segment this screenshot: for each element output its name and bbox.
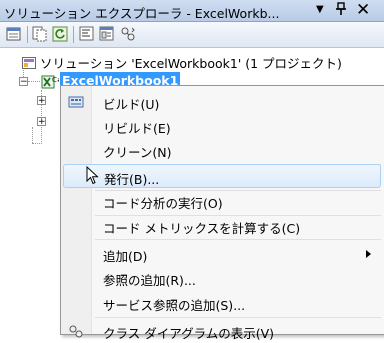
solution-node-label[interactable]: ソリューション 'ExcelWorkbook1' (1 プロジェクト) [40,53,342,72]
build-icon [68,94,84,110]
excel-project-icon: C# [41,74,63,90]
project-context-menu: ビルド(U) リビルド(E) クリーン(N) 発行(B)... コード分析の実行… [60,85,384,341]
menu-item-clean[interactable]: クリーン(N) [63,138,381,162]
menu-item-view-class-diagram[interactable]: クラス ダイアグラムの表示(V) [63,319,381,343]
menu-item-run-code-analysis[interactable]: コード分析の実行(O) [63,189,381,213]
view-class-diagram-icon[interactable] [120,26,136,42]
auto-hide-pin-icon[interactable] [335,2,347,20]
tree-connector [28,81,40,82]
panel-title: ソリューション エクスプローラ - ExcelWorkb... [4,6,280,21]
expand-toggle[interactable]: + [37,117,46,127]
menu-item-add[interactable]: 追加(D) [63,242,381,266]
menu-item-label: クリーン(N) [103,145,172,160]
panel-title-bar: ソリューション エクスプローラ - ExcelWorkb... ▼ ✕ [0,0,384,22]
properties-icon[interactable] [6,26,22,42]
menu-item-publish[interactable]: 発行(B)... [63,164,381,188]
menu-item-add-reference[interactable]: 参照の追加(R)... [63,266,381,290]
solution-explorer-toolbar [0,22,384,48]
menu-item-label: 発行(B)... [104,172,160,187]
menu-item-label: コード分析の実行(O) [103,196,223,211]
show-all-files-icon[interactable] [32,26,48,42]
refresh-icon[interactable] [52,26,68,42]
menu-item-label: クラス ダイアグラムの表示(V) [103,326,275,341]
view-designer-icon[interactable] [99,26,115,42]
toolbar-separator [73,26,74,43]
menu-item-label: 参照の追加(R)... [103,273,196,288]
window-position-dropdown-icon[interactable]: ▼ [316,4,324,15]
menu-item-label: リビルド(E) [103,121,171,136]
menu-item-add-service-reference[interactable]: サービス参照の追加(S)... [63,291,381,315]
tree-connector [23,70,24,77]
solution-icon [22,56,36,70]
menu-item-build[interactable]: ビルド(U) [63,90,381,114]
menu-item-rebuild[interactable]: リビルド(E) [63,114,381,138]
menu-item-calculate-code-metrics[interactable]: コード メトリックスを計算する(C) [63,214,381,238]
menu-item-label: サービス参照の追加(S)... [103,298,246,313]
view-code-icon[interactable] [79,26,95,42]
expand-toggle[interactable]: + [37,96,46,106]
class-diagram-icon [68,323,84,339]
svg-text:C#: C# [52,76,59,84]
toolbar-separator [27,26,28,43]
menu-item-label: 追加(D) [103,249,148,264]
mouse-pointer-icon [86,165,100,186]
menu-separator [95,317,381,318]
submenu-arrow-icon [366,250,371,258]
menu-separator [95,239,381,240]
menu-item-label: コード メトリックスを計算する(C) [103,221,301,236]
close-icon[interactable]: ✕ [356,0,370,20]
tree-connector [32,143,42,144]
tree-connector [32,127,33,143]
collapse-project-toggle[interactable]: − [19,77,28,87]
menu-item-label: ビルド(U) [103,97,160,112]
